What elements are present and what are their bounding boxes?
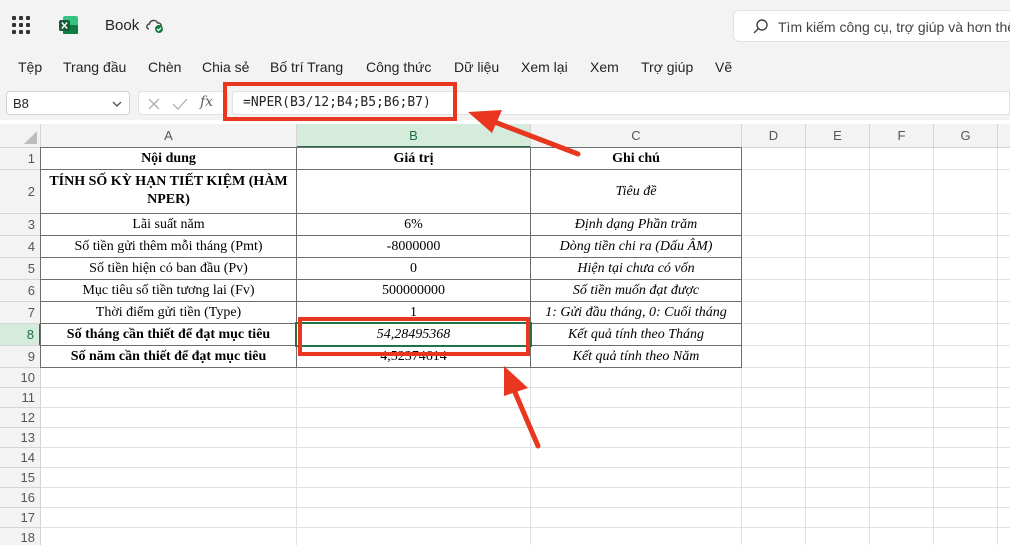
confirm-icon[interactable] [172, 97, 188, 111]
tab-home[interactable]: Trang đầu [63, 59, 126, 75]
column-header-f[interactable]: F [870, 124, 934, 148]
title-bar: Book Tìm kiếm công cụ, trợ giúp và hơn t… [0, 0, 1010, 50]
formula-buttons: fx [138, 91, 228, 115]
cell-b1[interactable]: Giá trị [297, 148, 530, 169]
spreadsheet-grid[interactable]: A B C D E F G 1 2 3 4 5 6 7 8 9 10 11 12 13 14 15 16 17 18 Nội du… [0, 124, 1010, 545]
column-header-d[interactable]: D [742, 124, 806, 148]
row-header-9[interactable]: 9 [0, 346, 41, 368]
chevron-down-icon [112, 101, 122, 107]
row-header-8[interactable]: 8 [0, 324, 41, 346]
select-all-corner[interactable] [0, 124, 41, 148]
gridline [933, 148, 934, 545]
formula-text: =NPER(B3/12;B4;B5;B6;B7) [243, 95, 431, 110]
gridline [869, 148, 870, 545]
search-box[interactable]: Tìm kiếm công cụ, trợ giúp và hơn thế [733, 10, 1010, 42]
active-cell-border [295, 322, 532, 347]
tab-page-layout[interactable]: Bố trí Trang [270, 59, 343, 75]
workbook-title[interactable]: Book [105, 17, 139, 34]
row-header-15[interactable]: 15 [0, 468, 41, 488]
cell-a3[interactable]: Lãi suất năm [41, 214, 296, 235]
cell-b6[interactable]: 500000000 [297, 280, 530, 301]
row-header-13[interactable]: 13 [0, 428, 41, 448]
gridline [41, 427, 1010, 428]
search-placeholder: Tìm kiếm công cụ, trợ giúp và hơn thế [778, 19, 1010, 35]
insert-function-icon[interactable]: fx [200, 94, 213, 110]
cell-b9[interactable]: 4,52374614 [297, 346, 530, 367]
row-header-14[interactable]: 14 [0, 448, 41, 468]
gridline [41, 387, 1010, 388]
tab-help[interactable]: Trợ giúp [641, 59, 693, 75]
app-launcher-icon[interactable] [12, 16, 30, 34]
tab-draw[interactable]: Vẽ [715, 59, 732, 75]
gridline [41, 487, 1010, 488]
tab-insert[interactable]: Chèn [148, 59, 181, 75]
row-header-2[interactable]: 2 [0, 170, 41, 214]
cell-a5[interactable]: Số tiền hiện có ban đầu (Pv) [41, 258, 296, 279]
ribbon-tabs: Tệp Trang đầu Chèn Chia sẻ Bố trí Trang … [0, 50, 1010, 84]
row-header-7[interactable]: 7 [0, 302, 41, 324]
column-header-c[interactable]: C [531, 124, 742, 148]
cell-a6[interactable]: Mục tiêu số tiền tương lai (Fv) [41, 280, 296, 301]
cell-a1[interactable]: Nội dung [41, 148, 296, 169]
cell-a7[interactable]: Thời điểm gửi tiền (Type) [41, 302, 296, 323]
table-border [741, 148, 742, 368]
cell-a2[interactable]: TÍNH SỐ KỲ HẠN TIẾT KIỆM (HÀM NPER) [41, 170, 296, 213]
cell-b2[interactable] [297, 170, 530, 213]
search-icon [753, 19, 768, 34]
name-box-value: B8 [13, 96, 29, 111]
cloud-saved-icon[interactable] [144, 16, 166, 34]
formula-bar: B8 fx =NPER(B3/12;B4;B5;B6;B7) [0, 84, 1010, 120]
tab-view[interactable]: Xem [590, 59, 619, 75]
tab-file[interactable]: Tệp [18, 59, 42, 75]
gridline [41, 527, 1010, 528]
column-header-e[interactable]: E [806, 124, 870, 148]
row-header-6[interactable]: 6 [0, 280, 41, 302]
cell-c4[interactable]: Dòng tiền chi ra (Dấu ÂM) [531, 236, 741, 257]
row-header-5[interactable]: 5 [0, 258, 41, 280]
row-header-12[interactable]: 12 [0, 408, 41, 428]
cell-c6[interactable]: Số tiền muốn đạt được [531, 280, 741, 301]
cell-c1[interactable]: Ghi chú [531, 148, 741, 169]
row-header-3[interactable]: 3 [0, 214, 41, 236]
cell-b5[interactable]: 0 [297, 258, 530, 279]
cell-a4[interactable]: Số tiền gửi thêm mỗi tháng (Pmt) [41, 236, 296, 257]
cell-b7[interactable]: 1 [297, 302, 530, 323]
cell-a9[interactable]: Số năm cần thiết để đạt mục tiêu [41, 346, 296, 367]
gridline [997, 148, 998, 545]
gridline [41, 467, 1010, 468]
cell-c2[interactable]: Tiêu đề [531, 170, 741, 213]
row-header-4[interactable]: 4 [0, 236, 41, 258]
gridline [41, 507, 1010, 508]
gridline [805, 148, 806, 545]
cell-c7[interactable]: 1: Gửi đầu tháng, 0: Cuối tháng [531, 302, 741, 323]
cell-b3[interactable]: 6% [297, 214, 530, 235]
tab-share[interactable]: Chia sẻ [202, 59, 249, 75]
name-box[interactable]: B8 [6, 91, 130, 115]
row-header-18[interactable]: 18 [0, 528, 41, 545]
formula-input[interactable]: =NPER(B3/12;B4;B5;B6;B7) [232, 91, 1010, 115]
table-border [40, 367, 742, 368]
tab-review[interactable]: Xem lại [521, 59, 568, 75]
row-header-16[interactable]: 16 [0, 488, 41, 508]
column-header-g[interactable]: G [934, 124, 998, 148]
column-header-b[interactable]: B [297, 124, 531, 148]
cell-c8[interactable]: Kết quả tính theo Tháng [531, 324, 741, 345]
gridline [41, 447, 1010, 448]
cell-c5[interactable]: Hiện tại chưa có vốn [531, 258, 741, 279]
cancel-icon[interactable] [147, 97, 161, 111]
cell-b4[interactable]: -8000000 [297, 236, 530, 257]
tab-formulas[interactable]: Công thức [366, 59, 431, 75]
row-header-10[interactable]: 10 [0, 368, 41, 388]
row-header-17[interactable]: 17 [0, 508, 41, 528]
row-header-1[interactable]: 1 [0, 148, 41, 170]
row-header-11[interactable]: 11 [0, 388, 41, 408]
column-header-filler [998, 124, 1010, 148]
tab-data[interactable]: Dữ liệu [454, 59, 499, 75]
column-header-a[interactable]: A [41, 124, 297, 148]
gridline [41, 407, 1010, 408]
excel-logo-icon [59, 16, 78, 34]
cell-a8[interactable]: Số tháng cần thiết để đạt mục tiêu [41, 324, 296, 345]
cell-c9[interactable]: Kết quả tính theo Năm [531, 346, 741, 367]
cell-c3[interactable]: Định dạng Phần trăm [531, 214, 741, 235]
